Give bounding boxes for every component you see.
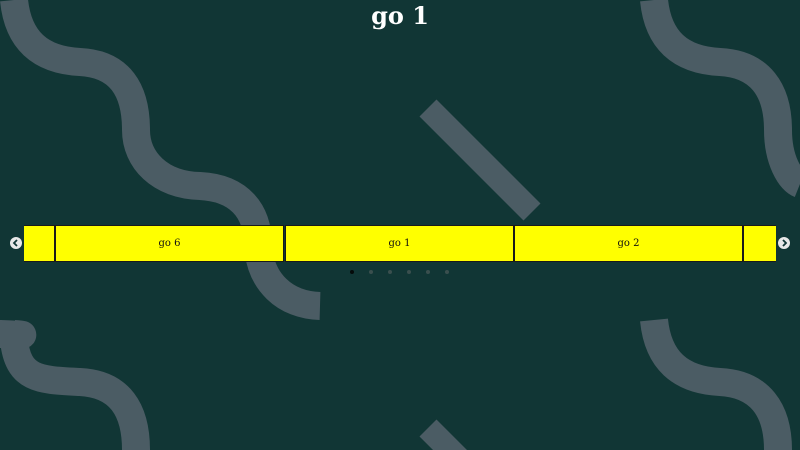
carousel-slide[interactable]: [743, 225, 776, 262]
chevron-left-icon: [12, 239, 18, 247]
carousel-dot[interactable]: [349, 269, 355, 275]
carousel-dot[interactable]: [406, 269, 412, 275]
carousel-slide[interactable]: go 1: [285, 225, 514, 262]
carousel: go 6 go 1 go 2: [24, 225, 776, 262]
page-title: go 1: [371, 1, 429, 30]
carousel-dots: [349, 269, 450, 275]
dot-indicator: [350, 270, 354, 274]
diagonal-bar-shape: [419, 99, 541, 221]
carousel-dot[interactable]: [425, 269, 431, 275]
carousel-slide[interactable]: go 2: [514, 225, 743, 262]
carousel-slide[interactable]: [24, 225, 55, 262]
carousel-dot[interactable]: [387, 269, 393, 275]
diagonal-bar-shape: [419, 419, 467, 450]
wave-shape: [0, 320, 150, 450]
carousel-prev-button[interactable]: [10, 237, 22, 249]
dot-indicator: [426, 270, 430, 274]
wave-shape: [640, 318, 792, 450]
dot-indicator: [445, 270, 449, 274]
dot-indicator: [388, 270, 392, 274]
carousel-dot[interactable]: [444, 269, 450, 275]
carousel-dot[interactable]: [368, 269, 374, 275]
dot-indicator: [369, 270, 373, 274]
dot-indicator: [407, 270, 411, 274]
carousel-slide[interactable]: go 6: [55, 225, 284, 262]
chevron-right-icon: [782, 239, 788, 247]
carousel-next-button[interactable]: [778, 237, 790, 249]
